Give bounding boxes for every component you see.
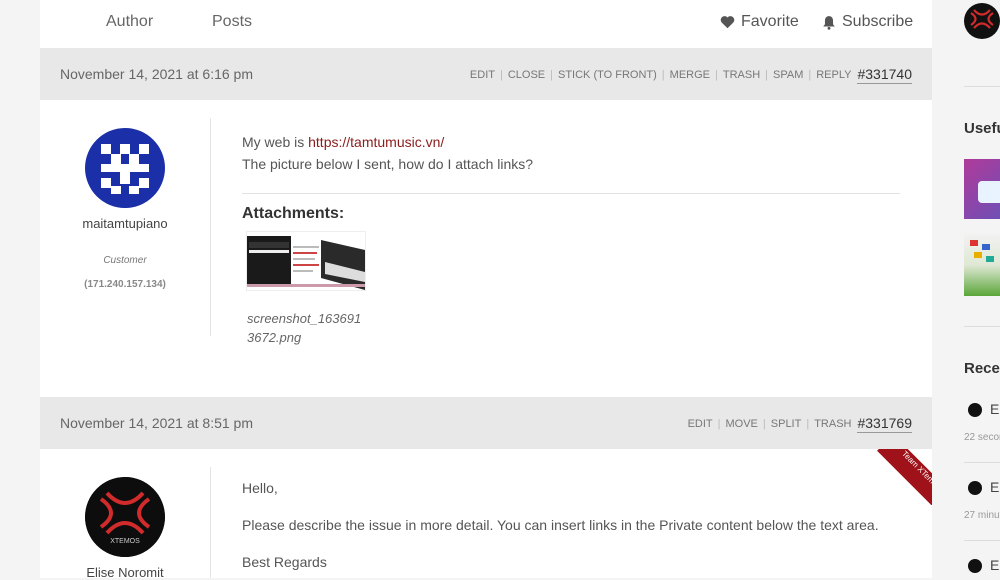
tab-posts[interactable]: Posts [212,13,252,31]
divider [964,326,1000,327]
move-link[interactable]: Move [726,418,758,430]
svg-text:XTEMOS: XTEMOS [110,538,140,545]
site-logo-icon[interactable] [964,3,1000,39]
avatar[interactable] [85,128,165,208]
topic-top-bar: Author Posts Favorite Subscribe [40,0,932,48]
attachment-thumbnail[interactable] [246,231,366,291]
recent-item-author[interactable]: Elise [990,401,1000,417]
attachments-title: Attachments: [242,205,345,222]
post-content: Hello, Please describe the issue in more… [242,480,902,570]
spam-link[interactable]: Spam [773,69,803,81]
avatar [968,481,982,495]
favorite-label: Favorite [741,13,799,30]
sidebar-useful-title: Useful [964,120,1000,137]
sidebar: Useful Recent Elise 22 seconds ago Elise… [932,0,1000,578]
post-admin-links: Edit | Close | Stick (To Front) | Merge | Tr… [469,66,912,84]
tab-author[interactable]: Author [106,13,153,31]
post-date: November 14, 2021 at 8:51 pm [60,415,254,431]
useful-link-thumbnail[interactable] [964,234,1000,296]
post-author: maitamtupiano Customer (171.240.157.134) [40,128,210,290]
content-line: The picture below I sent, how do I attac… [242,156,534,172]
edit-link[interactable]: Edit [470,69,495,81]
subscribe-label: Subscribe [842,13,914,30]
content-line: Best Regards [242,554,327,570]
identicon-avatar [85,128,165,208]
post-admin-links: Edit | Move | Split | Trash #331769 [687,415,912,433]
content-line: Hello, [242,480,278,496]
author-role: Customer [103,255,147,266]
avatar [968,559,982,573]
useful-link-thumbnail[interactable] [964,159,1000,219]
post-author: XTEMOS Elise Noromit [40,477,210,580]
divider [964,540,1000,541]
post-permalink[interactable]: #331769 [857,415,912,433]
sidebar-recent-title: Recent [964,360,1000,377]
author-ip: (171.240.157.134) [84,279,166,290]
post-meta-bar: November 14, 2021 at 8:51 pm Edit | Move |… [40,397,932,449]
post-content: My web is https://tamtumusic.vn/ The pic… [242,131,533,175]
post-permalink[interactable]: #331740 [857,66,912,84]
divider [242,193,900,194]
website-link[interactable]: https://tamtumusic.vn/ [308,134,444,150]
reply-link[interactable]: Reply [816,69,851,81]
xtemos-logo-icon: XTEMOS [85,477,165,557]
avatar [968,403,982,417]
recent-item-author[interactable]: Elise [990,479,1000,495]
author-name[interactable]: maitamtupiano [40,216,210,231]
divider [210,467,211,578]
split-link[interactable]: Split [771,418,802,430]
trash-link[interactable]: Trash [723,69,760,81]
merge-link[interactable]: Merge [670,69,710,81]
attachment-filename[interactable]: screenshot_1636913672.png [247,309,367,347]
post-meta-bar: November 14, 2021 at 6:16 pm Edit | Close… [40,48,932,100]
bell-icon [823,15,835,30]
recent-item-time: 27 minutes ago [964,510,1000,521]
recent-item-author[interactable]: Elise [990,557,1000,573]
edit-link[interactable]: Edit [688,418,713,430]
divider [964,462,1000,463]
content-line: My web is https://tamtumusic.vn/ [242,134,445,150]
stick-link[interactable]: Stick (To Front) [558,69,657,81]
divider [210,118,211,336]
trash-link[interactable]: Trash [814,418,851,430]
subscribe-button[interactable]: Subscribe [822,13,913,31]
avatar[interactable]: XTEMOS [85,477,165,557]
content-line: Please describe the issue in more detail… [242,517,879,533]
heart-icon [720,16,735,29]
recent-item-time: 22 seconds ago [964,432,1000,443]
post-date: November 14, 2021 at 6:16 pm [60,66,254,82]
favorite-button[interactable]: Favorite [720,13,799,31]
forum-topic-main: Author Posts Favorite Subscribe November… [40,0,932,580]
close-link[interactable]: Close [508,69,545,81]
divider [964,86,1000,87]
